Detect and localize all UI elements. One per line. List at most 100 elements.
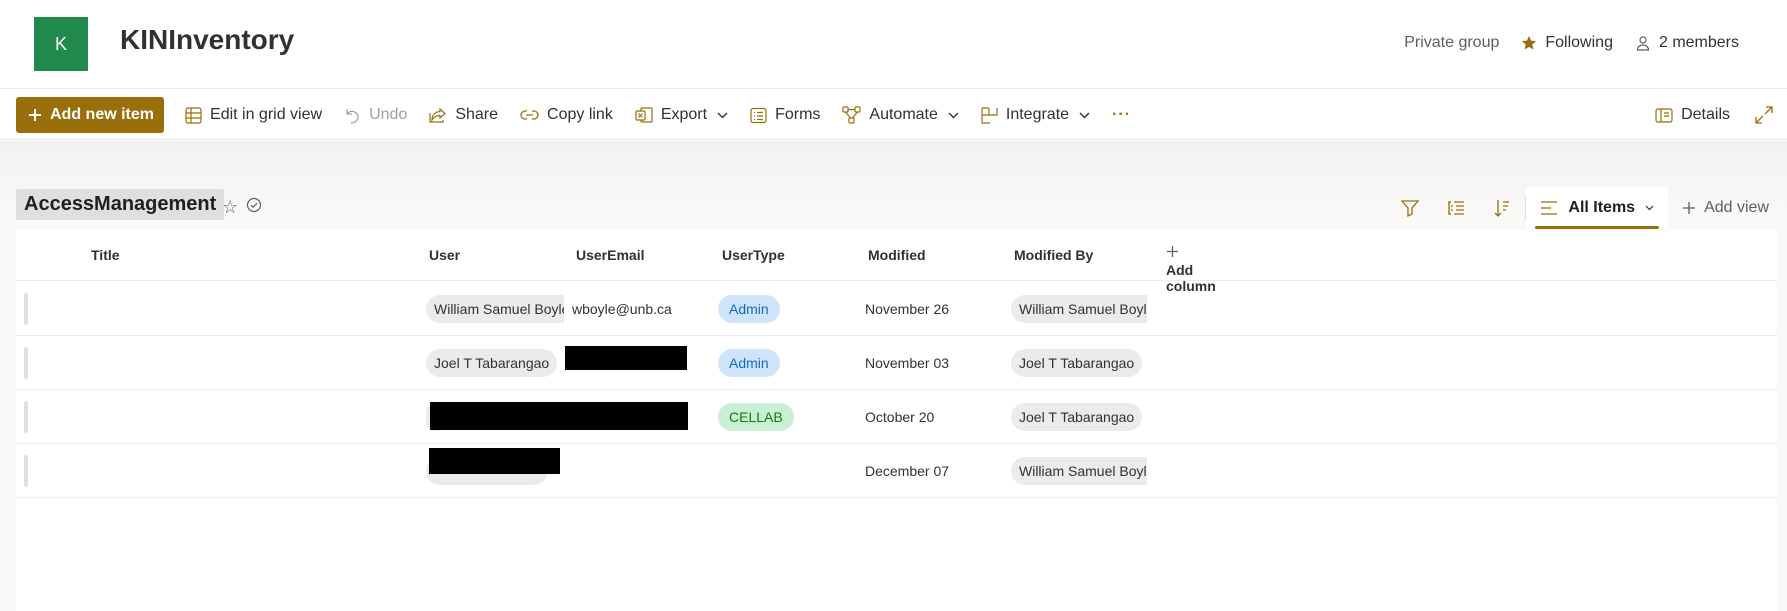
table-row[interactable]: CELLAB October 20 Joel T Tabarangao xyxy=(16,390,1777,444)
user-pill[interactable]: Joel T Tabarangao xyxy=(426,349,558,377)
table-row[interactable]: December 07 William Samuel Boyle xyxy=(16,444,1777,498)
grid-icon xyxy=(185,106,202,124)
row-selector[interactable] xyxy=(24,293,28,325)
edit-grid-view-button[interactable]: Edit in grid view xyxy=(176,97,331,133)
modified-cell: November 26 xyxy=(865,301,950,317)
checkmark-circle-icon[interactable] xyxy=(246,197,262,213)
user-email-cell: wboyle@unb.ca xyxy=(572,301,672,317)
row-selector[interactable] xyxy=(24,455,28,487)
column-header-modified-by[interactable]: Modified By xyxy=(1014,247,1093,263)
details-button[interactable]: Details xyxy=(1646,97,1739,133)
details-label: Details xyxy=(1681,106,1730,123)
modified-cell: December 07 xyxy=(865,463,950,479)
list-title[interactable]: AccessManagement xyxy=(16,189,225,220)
add-view-button[interactable]: Add view xyxy=(1668,199,1777,217)
column-header-modified[interactable]: Modified xyxy=(868,247,926,263)
modified-by-pill[interactable]: William Samuel Boyle xyxy=(1011,457,1147,485)
export-label: Export xyxy=(660,106,708,123)
filter-icon xyxy=(1401,200,1420,217)
row-selector[interactable] xyxy=(24,347,28,379)
column-header-title[interactable]: Title xyxy=(91,247,120,263)
plus-icon xyxy=(1683,202,1696,214)
column-header-user[interactable]: User xyxy=(429,247,460,263)
grid-header: Title User UserEmail UserType Modified M… xyxy=(16,230,1777,294)
list-canvas: AccessManagement ☆ All Items Add view Ti… xyxy=(0,141,1787,611)
following-label: Following xyxy=(1545,34,1613,51)
privacy-label: Private group xyxy=(1404,34,1500,51)
modified-cell: October 20 xyxy=(865,409,935,425)
automate-button[interactable]: Automate xyxy=(833,97,967,133)
forms-button[interactable]: Forms xyxy=(741,97,829,133)
more-button[interactable]: ··· xyxy=(1103,97,1140,133)
modified-by-pill[interactable]: William Samuel Boyle xyxy=(1011,295,1147,323)
link-icon xyxy=(520,110,539,120)
star-icon xyxy=(1522,36,1537,50)
expand-button[interactable] xyxy=(1751,97,1777,133)
chevron-down-icon xyxy=(1079,112,1090,118)
chevron-down-icon xyxy=(717,112,728,118)
undo-icon xyxy=(346,108,359,124)
add-column-button[interactable]: Add column xyxy=(1166,245,1216,294)
modified-cell: November 03 xyxy=(865,355,950,371)
members-label: 2 members xyxy=(1658,34,1739,51)
add-new-item-label: Add new item xyxy=(50,106,155,123)
modified-by-pill[interactable]: Joel T Tabarangao xyxy=(1011,349,1143,377)
undo-button[interactable]: Undo xyxy=(335,97,416,133)
view-bar: AccessManagement ☆ All Items Add view xyxy=(16,187,1777,229)
favorite-star-icon[interactable]: ☆ xyxy=(222,197,238,218)
group-icon xyxy=(1448,201,1465,215)
header-right: Private group Following 2 members xyxy=(1404,34,1739,52)
add-new-item-button[interactable]: Add new item xyxy=(16,97,165,133)
integrate-label: Integrate xyxy=(1005,106,1070,123)
site-header: K KINInventory Private group Following 2… xyxy=(0,0,1787,89)
modified-by-pill[interactable]: Joel T Tabarangao xyxy=(1011,403,1143,431)
automate-label: Automate xyxy=(869,106,938,123)
add-view-label: Add view xyxy=(1704,199,1769,216)
details-icon xyxy=(1655,107,1673,123)
view-icon xyxy=(1541,201,1558,215)
copy-link-label: Copy link xyxy=(547,106,613,123)
automate-icon xyxy=(842,106,862,124)
group-by-button[interactable] xyxy=(1433,188,1479,228)
share-button[interactable]: Share xyxy=(420,97,507,133)
user-type-tag: Admin xyxy=(718,349,780,377)
view-switcher[interactable]: All Items xyxy=(1526,187,1669,229)
share-label: Share xyxy=(455,106,499,123)
view-tools: All Items Add view xyxy=(1387,187,1777,229)
column-header-useremail[interactable]: UserEmail xyxy=(576,247,644,263)
following-button[interactable]: Following xyxy=(1521,34,1613,52)
chevron-down-icon xyxy=(948,112,959,118)
redaction-block xyxy=(565,346,687,370)
plus-icon xyxy=(29,109,41,121)
more-icon: ··· xyxy=(1112,106,1132,123)
excel-icon xyxy=(635,107,653,123)
undo-label: Undo xyxy=(369,106,408,123)
plus-icon xyxy=(1167,246,1178,257)
row-selector[interactable] xyxy=(24,401,28,433)
table-row[interactable]: Joel T Tabarangao Admin November 03 Joel… xyxy=(16,336,1777,390)
members-button[interactable]: 2 members xyxy=(1635,34,1739,52)
integrate-icon xyxy=(981,106,998,124)
forms-icon xyxy=(750,107,767,123)
person-icon xyxy=(1636,36,1650,51)
user-pill[interactable]: William Samuel Boyle xyxy=(426,295,564,323)
site-logo[interactable]: K xyxy=(34,17,88,71)
export-button[interactable]: Export xyxy=(626,97,737,133)
edit-grid-view-label: Edit in grid view xyxy=(210,106,323,123)
sort-icon xyxy=(1494,200,1510,217)
redaction-block xyxy=(430,402,688,430)
share-icon xyxy=(429,107,447,123)
list-grid: Title User UserEmail UserType Modified M… xyxy=(16,230,1777,611)
integrate-button[interactable]: Integrate xyxy=(972,97,1099,133)
view-name: All Items xyxy=(1568,199,1636,216)
copy-link-button[interactable]: Copy link xyxy=(511,97,622,133)
command-bar: Add new item Edit in grid view Undo Shar… xyxy=(0,90,1787,140)
sort-button[interactable] xyxy=(1479,188,1525,228)
expand-icon xyxy=(1755,106,1773,124)
user-type-tag: CELLAB xyxy=(718,403,794,431)
column-header-usertype[interactable]: UserType xyxy=(722,247,785,263)
table-row[interactable]: William Samuel Boyle wboyle@unb.ca Admin… xyxy=(16,282,1777,336)
site-title[interactable]: KINInventory xyxy=(120,24,294,56)
forms-label: Forms xyxy=(775,106,821,123)
filter-button[interactable] xyxy=(1387,188,1433,228)
